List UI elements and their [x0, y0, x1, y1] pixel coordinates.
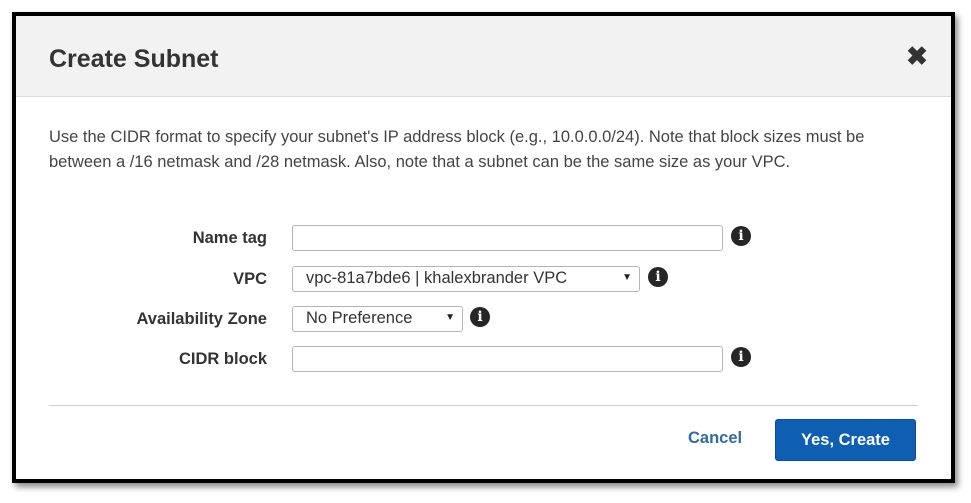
create-subnet-dialog: Create Subnet ✖ Use the CIDR format to s… [12, 12, 955, 483]
dialog-header: Create Subnet ✖ [16, 16, 951, 97]
cidr-block-label: CIDR block [178, 350, 267, 368]
vpc-select[interactable]: vpc-81a7bde6 | khalexbrander VPC ▼ [292, 266, 640, 292]
info-icon[interactable]: i [731, 347, 751, 367]
cidr-block-input[interactable] [292, 346, 723, 372]
availability-zone-label: Availability Zone [136, 310, 267, 328]
name-tag-row: Name tag i [16, 225, 951, 253]
dialog-title: Create Subnet [49, 45, 219, 73]
availability-zone-select[interactable]: No Preference ▼ [292, 306, 463, 332]
vpc-row: VPC vpc-81a7bde6 | khalexbrander VPC ▼ i [16, 266, 951, 294]
info-icon[interactable]: i [648, 267, 668, 287]
info-icon[interactable]: i [470, 307, 490, 327]
vpc-selected-value: vpc-81a7bde6 | khalexbrander VPC [306, 269, 568, 287]
yes-create-button[interactable]: Yes, Create [775, 419, 916, 461]
dialog-description: Use the CIDR format to specify your subn… [49, 128, 865, 171]
chevron-down-icon: ▼ [622, 272, 632, 283]
name-tag-label: Name tag [192, 229, 267, 247]
cancel-button[interactable]: Cancel [688, 429, 742, 448]
chevron-down-icon: ▼ [445, 312, 455, 323]
close-icon[interactable]: ✖ [903, 42, 931, 70]
name-tag-input[interactable] [292, 225, 723, 251]
footer-divider [49, 405, 918, 406]
cidr-block-row: CIDR block i [16, 346, 951, 374]
availability-zone-row: Availability Zone No Preference ▼ i [16, 306, 951, 334]
availability-zone-selected-value: No Preference [306, 309, 413, 327]
vpc-label: VPC [233, 270, 267, 288]
info-icon[interactable]: i [731, 226, 751, 246]
